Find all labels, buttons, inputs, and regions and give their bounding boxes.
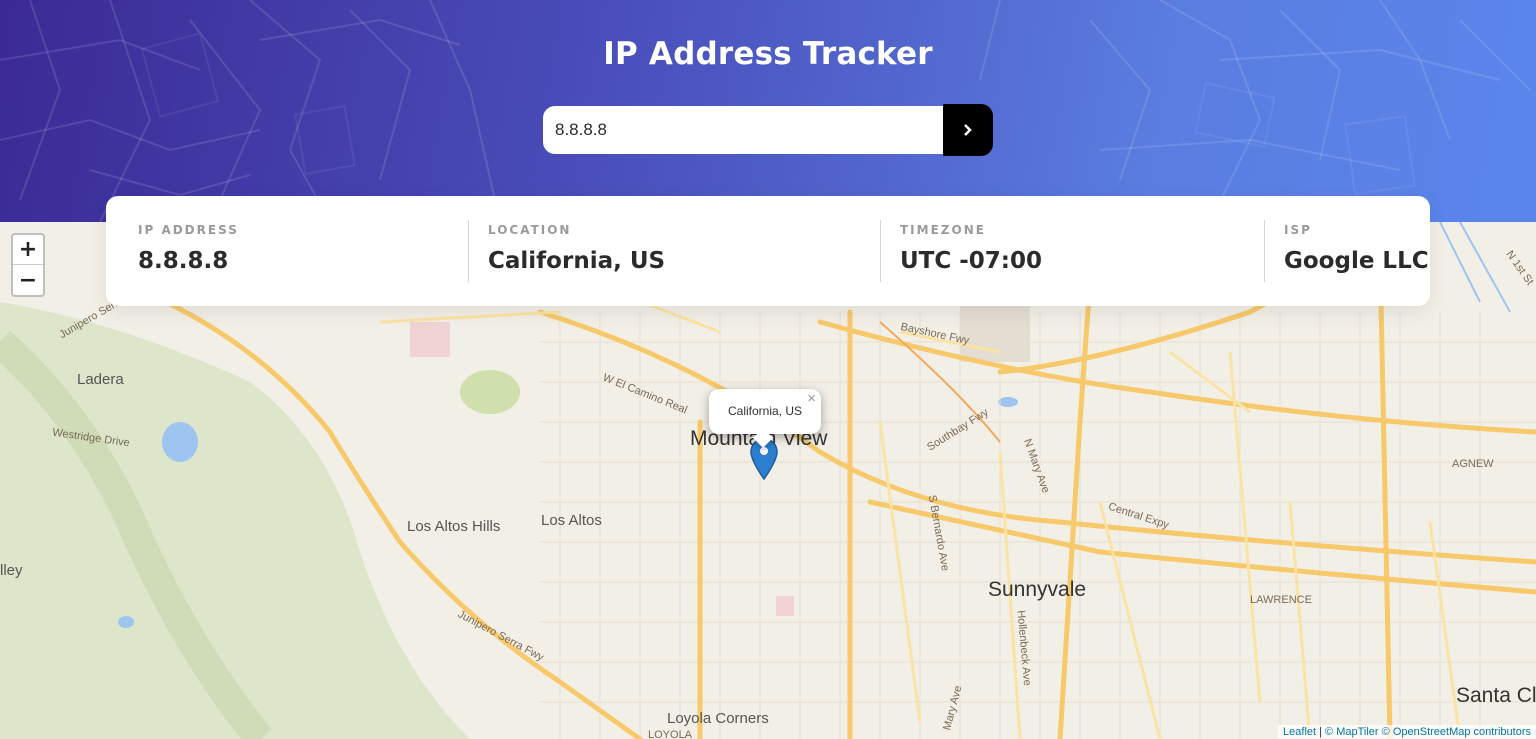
search-submit-button[interactable] [943,104,993,156]
map-attribution: Leaflet | © MapTiler © OpenStreetMap con… [1278,725,1536,739]
place-label: Santa Cl [1456,684,1536,707]
ip-search-input[interactable] [543,106,943,154]
place-label: Sunnyvale [988,578,1087,601]
chevron-right-icon [964,124,972,136]
ip-info-card: IP ADDRESS 8.8.8.8 LOCATION California, … [106,196,1430,306]
divider [880,220,881,282]
ip-address-label: IP ADDRESS [138,223,239,237]
road-label: AGNEW [1452,458,1494,470]
attribution-separator: | [1316,726,1326,738]
isp-label: ISP [1284,223,1312,237]
divider [468,220,469,282]
popup-close-button[interactable]: × [807,390,816,407]
place-label: Ladera [77,371,124,388]
road-label: LAWRENCE [1250,594,1312,606]
location-label: LOCATION [488,223,572,237]
location-popup: California, US × [709,389,821,448]
road-label: LOYOLA [648,729,693,739]
popup-text: California, US [727,404,803,418]
place-label: Loyola Corners [667,710,769,727]
place-label: lley [0,562,23,579]
timezone-value: UTC -07:00 [900,248,1043,274]
divider [1264,220,1265,282]
header-banner: IP Address Tracker [0,0,1536,222]
place-label: Los Altos Hills [407,518,501,535]
location-value: California, US [488,248,666,274]
zoom-out-button[interactable]: − [13,265,43,295]
zoom-in-button[interactable]: + [13,235,43,265]
isp-value: Google LLC [1284,248,1429,274]
timezone-label: TIMEZONE [900,223,986,237]
ip-search-form [543,104,993,156]
zoom-control: + − [11,233,45,297]
maptiler-link[interactable]: © MapTiler [1325,726,1379,738]
place-label: Los Altos [541,512,602,529]
osm-link[interactable]: © OpenStreetMap contributors [1382,726,1531,738]
leaflet-link[interactable]: Leaflet [1283,726,1316,738]
ip-address-value: 8.8.8.8 [138,248,229,274]
page-title: IP Address Tracker [603,36,933,72]
